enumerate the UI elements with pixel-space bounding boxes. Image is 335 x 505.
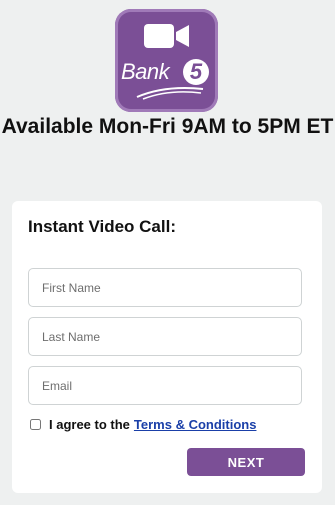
page: Bank 5 Available Mon-Fri 9AM to 5PM ET I…: [0, 0, 335, 505]
video-camera-icon: [144, 24, 189, 48]
terms-prefix-label: I agree to the: [49, 416, 130, 432]
availability-headline: Available Mon-Fri 9AM to 5PM ET: [1, 115, 334, 138]
last-name-input[interactable]: [28, 317, 302, 356]
logo-five-badge: 5: [183, 59, 209, 85]
next-button[interactable]: NEXT: [187, 448, 305, 476]
form-title: Instant Video Call:: [28, 217, 176, 236]
email-input[interactable]: [28, 366, 302, 405]
terms-conditions-link[interactable]: Terms & Conditions: [134, 417, 257, 432]
logo-number: 5: [189, 59, 203, 84]
logo-swoosh-icon: [136, 87, 204, 100]
logo-wordmark: Bank: [121, 59, 170, 84]
terms-checkbox[interactable]: [30, 418, 41, 430]
video-call-form-card: Instant Video Call: I agree to the Terms…: [12, 201, 322, 493]
terms-agreement: I agree to the Terms & Conditions: [30, 416, 256, 432]
bank5-logo: Bank 5: [115, 9, 218, 112]
first-name-input[interactable]: [28, 268, 302, 307]
